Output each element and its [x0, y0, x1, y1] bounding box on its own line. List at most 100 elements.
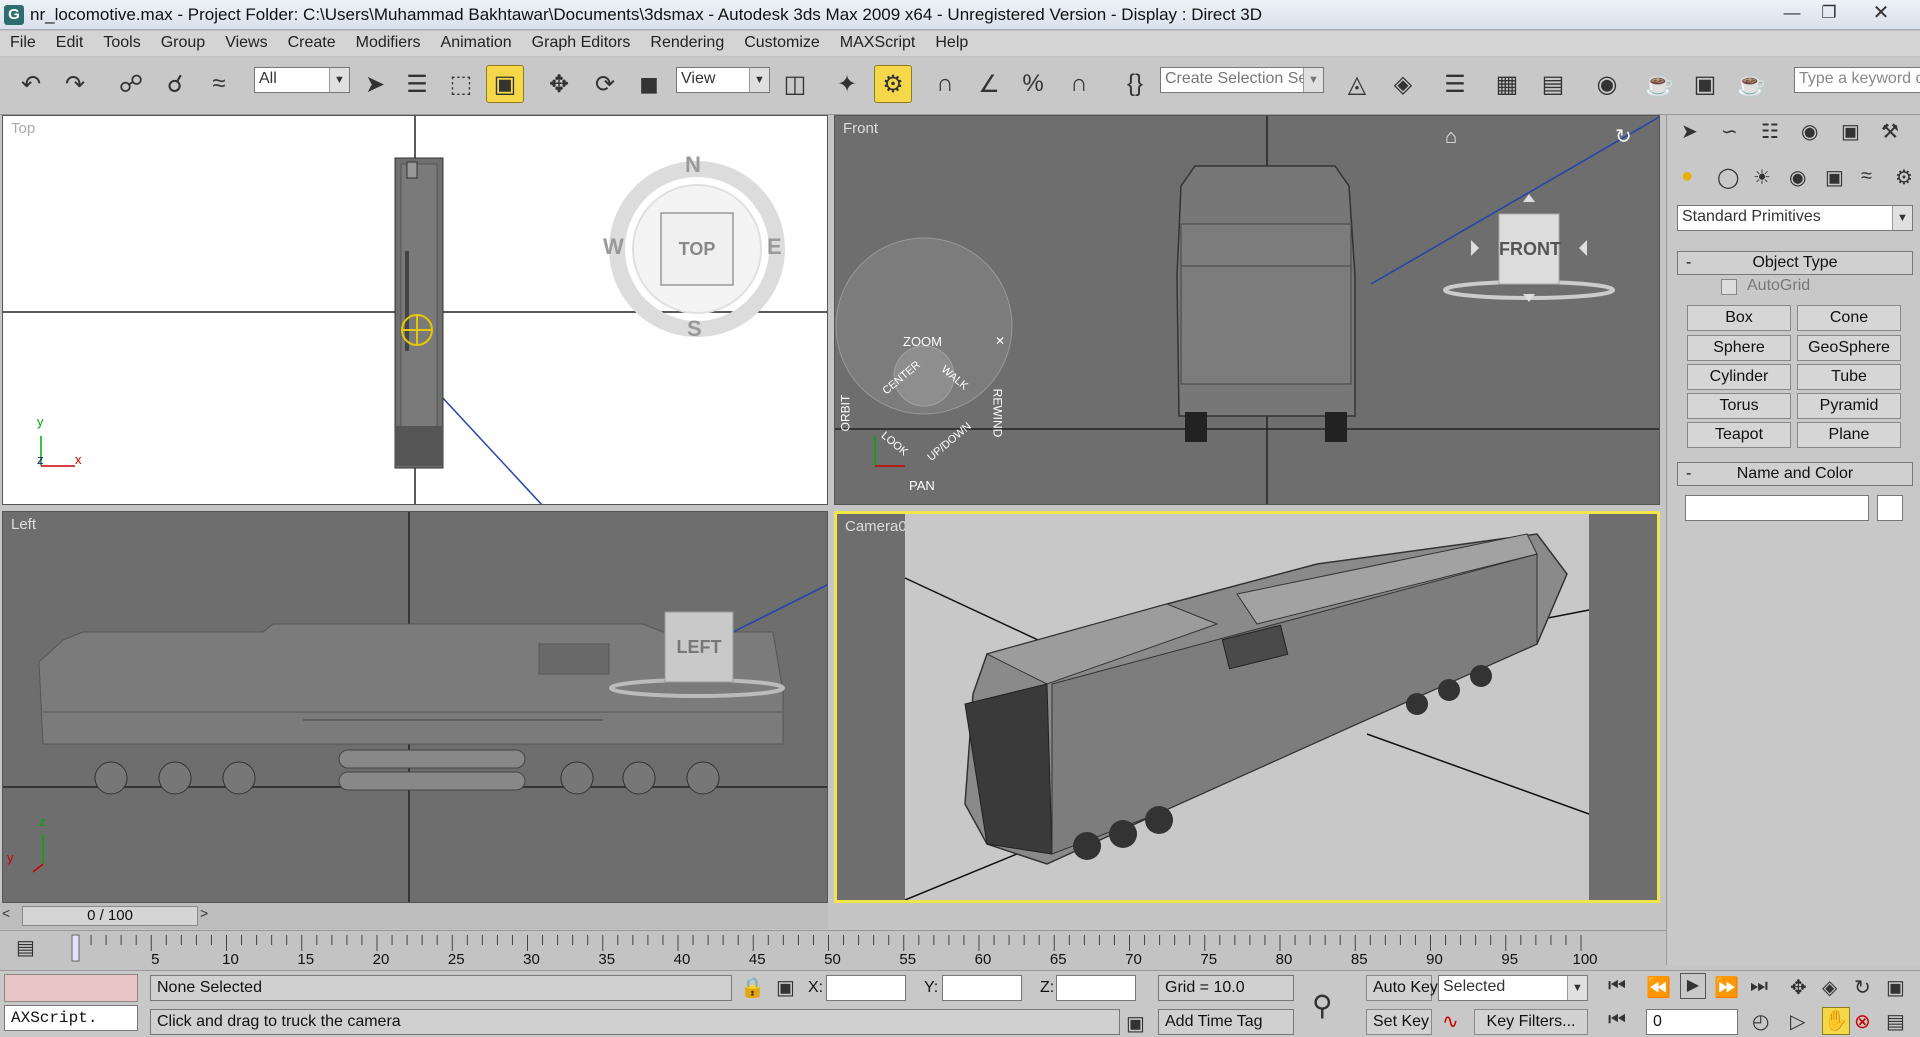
wheel-zoom[interactable]: ZOOM	[903, 334, 942, 349]
angle-snap-icon[interactable]: ∠	[970, 65, 1008, 103]
wheel-walk[interactable]: WALK	[939, 364, 970, 393]
hierarchy-tab-icon[interactable]: ☷	[1761, 119, 1779, 144]
pivot-center-icon[interactable]: ◫	[776, 65, 814, 103]
edit-named-selection-icon[interactable]: {}	[1116, 65, 1154, 103]
menu-help[interactable]: Help	[925, 31, 978, 52]
named-selection-sets-dropdown[interactable]: Create Selection Set ▼	[1160, 67, 1324, 93]
select-and-manipulate-icon[interactable]: ✦	[828, 65, 866, 103]
wheel-close-icon[interactable]: ✕	[995, 334, 1005, 348]
create-tab-icon[interactable]: ➤	[1681, 119, 1698, 144]
align-icon[interactable]: ◈	[1384, 65, 1422, 103]
zoom-all-icon[interactable]: ◈	[1822, 975, 1837, 1000]
wheel-orbit[interactable]: ORBIT	[838, 395, 852, 432]
display-tab-icon[interactable]: ▣	[1841, 119, 1860, 144]
layer-manager-icon[interactable]: ☰	[1436, 65, 1474, 103]
cylinder-button[interactable]: Cylinder	[1687, 364, 1791, 390]
maximize-toggle-icon[interactable]: ▣	[1886, 975, 1905, 1000]
schematic-view-icon[interactable]: ▤	[1534, 65, 1572, 103]
wheel-pan[interactable]: PAN	[909, 478, 935, 493]
selection-filter-dropdown[interactable]: All ▼	[254, 67, 350, 93]
render-setup-icon[interactable]: ☕	[1640, 65, 1678, 103]
wheel-rewind[interactable]: REWIND	[990, 389, 1004, 438]
rectangular-selection-icon[interactable]: ⬚	[442, 65, 480, 103]
object-name-input[interactable]	[1685, 495, 1869, 521]
select-object-icon[interactable]: ➤	[356, 65, 394, 103]
go-to-end-icon[interactable]: ⏭	[1750, 975, 1768, 998]
reference-coordinate-dropdown[interactable]: View ▼	[676, 67, 770, 93]
box-button[interactable]: Box	[1687, 305, 1791, 331]
rendered-frame-window-icon[interactable]: ▣	[1686, 65, 1724, 103]
teapot-button[interactable]: Teapot	[1687, 422, 1791, 448]
wheel-updown[interactable]: UP/DOWN	[925, 420, 973, 463]
close-button[interactable]: ✕	[1864, 2, 1898, 26]
cone-button[interactable]: Cone	[1797, 305, 1901, 331]
maxscript-listener-pink[interactable]	[4, 974, 138, 1002]
modify-tab-icon[interactable]: ∽	[1721, 119, 1738, 144]
rotate-view-icon[interactable]: ↻	[1615, 124, 1632, 149]
previous-frame-icon[interactable]: <	[2, 905, 10, 921]
object-color-swatch[interactable]	[1877, 495, 1903, 521]
menu-views[interactable]: Views	[215, 31, 277, 52]
home-icon[interactable]: ⌂	[1445, 126, 1457, 149]
wheel-look[interactable]: LOOK	[879, 430, 910, 459]
lock-selection-icon[interactable]: 🔒	[740, 975, 765, 1000]
menu-maxscript[interactable]: MAXScript	[830, 31, 926, 52]
x-coordinate-input[interactable]	[826, 975, 906, 1001]
absolute-mode-icon[interactable]: ▣	[776, 975, 795, 1000]
spinner-snap-icon[interactable]: ∩	[1060, 65, 1098, 103]
add-time-tag-icon[interactable]: ▣	[1126, 1011, 1145, 1036]
geometry-icon[interactable]: ●	[1681, 165, 1693, 188]
menu-group[interactable]: Group	[151, 31, 215, 52]
viewport-front[interactable]: Front FRONT ⌂ ↻ ZOOM CENTER WALK ORBIT L…	[834, 115, 1660, 505]
menu-rendering[interactable]: Rendering	[640, 31, 734, 52]
mini-curve-editor-icon[interactable]: ▤	[16, 935, 35, 960]
y-coordinate-input[interactable]	[942, 975, 1022, 1001]
menu-file[interactable]: File	[0, 31, 46, 52]
pyramid-button[interactable]: Pyramid	[1797, 393, 1901, 419]
key-filters-button[interactable]: Key Filters...	[1474, 1009, 1588, 1035]
z-coordinate-input[interactable]	[1056, 975, 1136, 1001]
menu-customize[interactable]: Customize	[734, 31, 830, 52]
helpers-icon[interactable]: ▣	[1825, 165, 1844, 190]
select-and-scale-icon[interactable]: ◼	[630, 65, 668, 103]
viewcube-front-face[interactable]: FRONT	[1499, 214, 1561, 284]
select-by-name-icon[interactable]: ☰	[398, 65, 436, 103]
app-logo-icon[interactable]: G	[4, 5, 24, 25]
material-editor-icon[interactable]: ◉	[1588, 65, 1626, 103]
undo-icon[interactable]: ↶	[12, 65, 50, 103]
menu-create[interactable]: Create	[278, 31, 346, 52]
menu-graph-editors[interactable]: Graph Editors	[522, 31, 641, 52]
previous-key-icon[interactable]: ⏪	[1646, 975, 1671, 1000]
menu-animation[interactable]: Animation	[431, 31, 522, 52]
plane-button[interactable]: Plane	[1797, 422, 1901, 448]
viewport-camera[interactable]: Camera01	[834, 511, 1660, 903]
select-and-rotate-icon[interactable]: ⟳	[586, 65, 624, 103]
utilities-tab-icon[interactable]: ⚒	[1881, 119, 1899, 144]
time-configuration-icon[interactable]: ◴	[1752, 1009, 1769, 1034]
set-key-button[interactable]: Set Key	[1366, 1009, 1432, 1035]
maximize-viewport-icon[interactable]: ▤	[1886, 1009, 1905, 1034]
truck-camera-icon[interactable]: ✋	[1822, 1007, 1850, 1035]
menu-edit[interactable]: Edit	[46, 31, 94, 52]
zoom-icon[interactable]: ✥	[1790, 975, 1807, 1000]
shapes-icon[interactable]: ◯	[1717, 165, 1739, 190]
current-frame-input[interactable]: 0	[1646, 1009, 1738, 1035]
render-production-icon[interactable]: ☕	[1732, 65, 1770, 103]
time-slider-thumb[interactable]: 0 / 100	[22, 906, 198, 926]
viewcube-top-face[interactable]: TOP	[661, 213, 733, 285]
next-frame-icon[interactable]: >	[200, 905, 208, 921]
viewcube-left-face[interactable]: LEFT	[665, 612, 733, 682]
autogrid-checkbox[interactable]	[1721, 279, 1737, 295]
sphere-button[interactable]: Sphere	[1687, 335, 1791, 361]
orbit-camera-icon[interactable]: ⊗	[1854, 1009, 1871, 1034]
select-and-link-icon[interactable]: ☍	[112, 65, 150, 103]
keyboard-shortcut-override-icon[interactable]: ⚙	[874, 65, 912, 103]
object-type-rollout[interactable]: - Object Type	[1677, 251, 1913, 275]
steering-wheel[interactable]: ZOOM CENTER WALK ORBIT LOOK UP/DOWN REWI…	[835, 326, 1015, 504]
curve-editor-icon[interactable]: ▦	[1488, 65, 1526, 103]
time-slider[interactable]: < 0 / 100 >	[0, 903, 828, 929]
space-warps-icon[interactable]: ≈	[1861, 165, 1872, 188]
name-and-color-rollout[interactable]: - Name and Color	[1677, 462, 1913, 486]
add-time-tag[interactable]: Add Time Tag	[1158, 1009, 1294, 1035]
motion-tab-icon[interactable]: ◉	[1801, 119, 1818, 144]
